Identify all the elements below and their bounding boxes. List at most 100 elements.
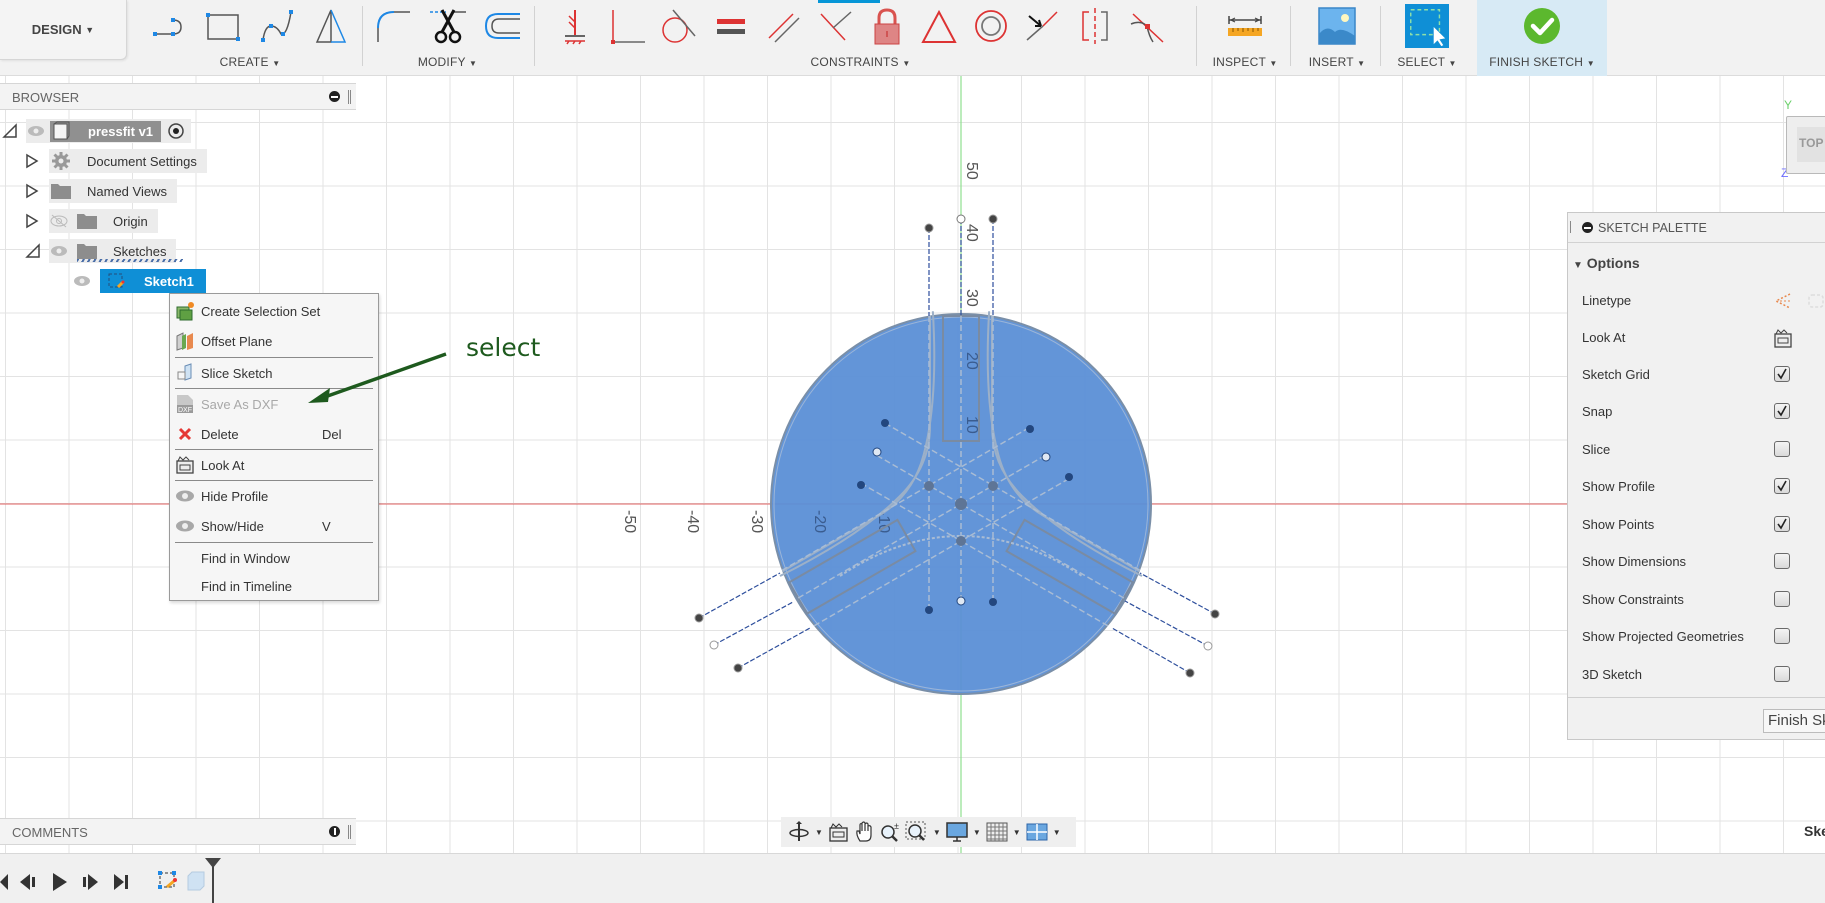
concentric-icon[interactable] [969,4,1013,48]
parallel-icon[interactable] [761,4,805,48]
svg-text:±: ± [894,821,899,831]
lock-icon[interactable] [865,4,909,48]
show-dimensions-checkbox[interactable] [1774,553,1790,569]
menu-item-find-in-timeline[interactable]: Find in Timeline [170,573,378,599]
select-menu[interactable]: SELECT ▼ [1382,55,1472,69]
browser-item-sketches[interactable]: Sketches [25,239,183,263]
caret-down-icon: ▼ [1573,260,1583,271]
browser-panel-header: BROWSER [0,83,356,110]
chevron-down-icon[interactable]: ▼ [933,828,941,837]
menu-item-show-hide[interactable]: Show/Hide V [170,513,378,539]
pan-icon[interactable] [853,820,877,844]
insert-menu[interactable]: INSERT ▼ [1292,55,1382,69]
browser-item-origin[interactable]: Origin [25,209,158,233]
eye-icon[interactable] [49,244,69,258]
panel-resize-handle[interactable] [1570,221,1573,233]
slice-checkbox[interactable] [1774,441,1790,457]
equal-icon[interactable] [709,4,753,48]
chevron-down-icon[interactable]: ▼ [815,828,823,837]
timeline-sketch-feature-icon[interactable] [157,870,179,892]
fix-icon[interactable] [553,4,597,48]
expand-plus-icon[interactable] [329,826,340,837]
collapse-icon[interactable] [329,91,340,102]
eye-icon[interactable] [72,274,92,288]
browser-root-node[interactable]: pressfit v1 [2,119,192,143]
sketch-grid-checkbox[interactable] [1774,366,1790,382]
menu-item-look-at[interactable]: Look At [170,452,378,478]
insert-image-icon[interactable] [1315,4,1359,48]
timeline-marker-handle[interactable] [203,856,223,903]
browser-item-named-views[interactable]: Named Views [25,179,177,203]
show-points-checkbox[interactable] [1774,516,1790,532]
finish-sketch-button[interactable]: Finish Sketch [1763,709,1825,733]
mirror-icon[interactable] [309,4,353,48]
step-forward-icon[interactable] [82,874,100,890]
create-menu[interactable]: CREATE ▼ [140,55,360,69]
eye-icon[interactable] [26,124,46,138]
look-at-button[interactable] [1772,327,1794,349]
centerline-linetype-icon[interactable] [1806,291,1825,311]
triangle-icon[interactable] [917,4,961,48]
curvature-icon[interactable] [1125,4,1169,48]
viewcube-face-top[interactable]: TOP [1797,127,1825,162]
constraints-menu[interactable]: CONSTRAINTS ▼ [548,55,1173,69]
eye-hidden-icon[interactable] [49,214,69,228]
window-select-icon[interactable] [1405,4,1449,48]
spline-icon[interactable] [255,4,299,48]
inspect-menu[interactable]: INSPECT ▼ [1200,55,1290,69]
browser-item-document-settings[interactable]: Document Settings [25,149,207,173]
show-constraints-checkbox[interactable] [1774,591,1790,607]
activate-radio-icon[interactable] [167,122,185,140]
perpendicular-icon[interactable] [605,4,649,48]
collapse-triangle-icon[interactable] [2,123,18,139]
arc-slot-icon[interactable] [147,4,191,48]
look-at-icon[interactable] [827,820,851,844]
finish-sketch-group[interactable]: FINISH SKETCH ▼ [1477,0,1607,76]
expand-triangle-icon[interactable] [25,213,39,229]
3d-sketch-checkbox[interactable] [1774,666,1790,682]
construction-linetype-icon[interactable] [1772,291,1794,311]
finish-checkmark-icon[interactable] [1520,4,1564,48]
expand-triangle-icon[interactable] [25,153,39,169]
show-projected-geometries-checkbox[interactable] [1774,628,1790,644]
go-to-end-icon[interactable] [113,874,131,890]
options-section-toggle[interactable]: ▼ Options [1573,255,1640,271]
chevron-down-icon[interactable]: ▼ [1013,828,1021,837]
fillet-icon[interactable] [372,4,416,48]
snap-checkbox[interactable] [1774,403,1790,419]
show-profile-checkbox[interactable] [1774,478,1790,494]
chevron-down-icon[interactable]: ▼ [1053,828,1061,837]
zoom-window-icon[interactable] [905,820,929,844]
step-back-icon[interactable] [20,874,38,890]
modify-menu[interactable]: MODIFY ▼ [365,55,530,69]
orbit-icon[interactable] [787,820,811,844]
menu-item-find-in-window[interactable]: Find in Window [170,545,378,571]
browser-item-sketch1[interactable]: Sketch1 [72,269,206,293]
viewports-icon[interactable] [1025,820,1049,844]
workspace-switcher[interactable]: DESIGN ▼ [0,0,127,60]
viewcube[interactable]: TOP [1786,116,1825,174]
menu-item-hide-profile[interactable]: Hide Profile [170,483,378,509]
zoom-icon[interactable]: ± [879,820,903,844]
expand-triangle-icon[interactable] [25,183,39,199]
tangent-icon[interactable] [657,4,701,48]
rectangle-icon[interactable] [201,4,245,48]
measure-icon[interactable] [1223,4,1267,48]
chevron-down-icon[interactable]: ▼ [973,828,981,837]
display-settings-icon[interactable] [945,820,969,844]
panel-resize-handle[interactable] [348,90,351,104]
grid-settings-icon[interactable] [985,820,1009,844]
go-to-start-icon[interactable] [0,873,10,891]
play-icon[interactable] [52,872,68,892]
menu-item-create-selection-set[interactable]: Create Selection Set [170,298,378,324]
menu-item-delete[interactable]: Delete Del [170,421,378,447]
collapse-triangle-icon[interactable] [25,243,41,259]
collapse-icon[interactable] [1582,222,1593,233]
midpoint-icon[interactable] [1021,4,1065,48]
finish-sketch-menu[interactable]: FINISH SKETCH ▼ [1477,55,1607,69]
offset-icon[interactable] [480,4,524,48]
coincident-icon[interactable] [813,4,857,48]
panel-resize-handle[interactable] [348,825,351,839]
symmetric-icon[interactable] [1073,4,1117,48]
trim-icon[interactable] [426,4,470,48]
